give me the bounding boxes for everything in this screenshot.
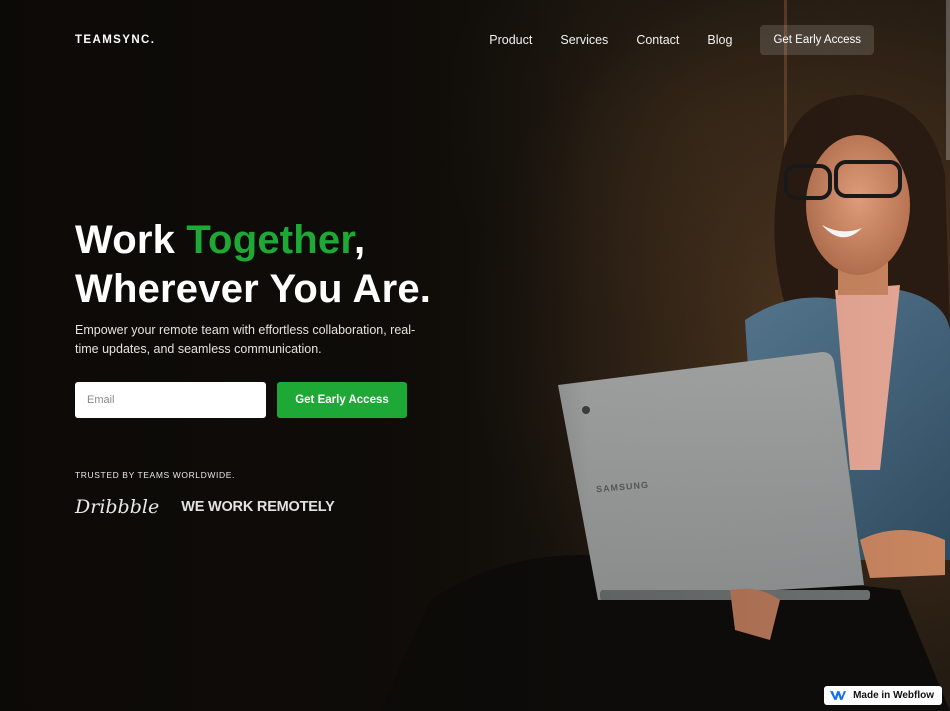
nav-link-contact[interactable]: Contact bbox=[636, 33, 679, 47]
get-early-access-button[interactable]: Get Early Access bbox=[277, 382, 407, 418]
badge-label: Made in Webflow bbox=[853, 690, 934, 701]
page-scrollbar[interactable] bbox=[946, 0, 950, 160]
we-work-remotely-logo: WE WORK REMOTELY bbox=[181, 499, 335, 515]
headline-word-work: Work bbox=[75, 218, 187, 262]
email-input[interactable] bbox=[75, 382, 266, 418]
nav-link-product[interactable]: Product bbox=[489, 33, 532, 47]
headline-line-2: Wherever You Are. bbox=[75, 267, 432, 311]
headline-accent-together: Together bbox=[186, 218, 354, 262]
made-in-webflow-badge[interactable]: Made in Webflow bbox=[824, 686, 942, 705]
brand-logo[interactable]: TEAMSYNC. bbox=[75, 34, 155, 46]
nav-link-services[interactable]: Services bbox=[560, 33, 608, 47]
dribbble-logo: Dribbble bbox=[75, 496, 160, 518]
hero-headline: Work Together, Wherever You Are. bbox=[75, 216, 431, 314]
nav-link-blog[interactable]: Blog bbox=[707, 33, 732, 47]
nav-get-early-access-button[interactable]: Get Early Access bbox=[760, 25, 874, 55]
trusted-label: TRUSTED BY TEAMS WORLDWIDE. bbox=[75, 470, 235, 480]
partner-logos: Dribbble WE WORK REMOTELY bbox=[75, 496, 335, 518]
signup-form: Get Early Access bbox=[75, 382, 407, 418]
headline-comma: , bbox=[353, 218, 366, 262]
webflow-icon bbox=[830, 691, 847, 700]
main-nav: Product Services Contact Blog Get Early … bbox=[489, 25, 874, 55]
hero-subtext: Empower your remote team with effortless… bbox=[75, 323, 416, 356]
